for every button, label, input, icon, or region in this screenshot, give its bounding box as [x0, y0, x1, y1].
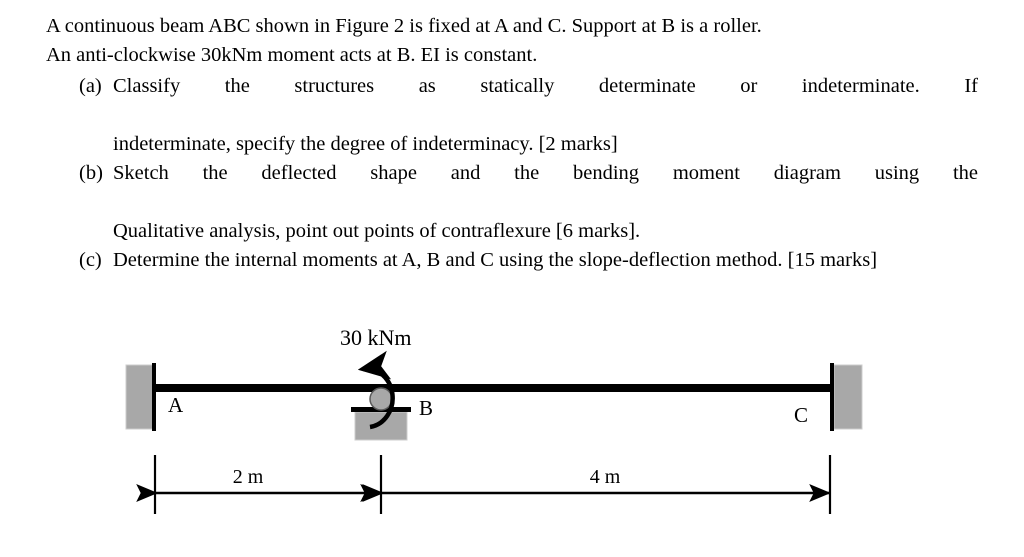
question-item-c-label: (c) [79, 249, 102, 271]
beam-diagram-svg: 30 kNm A B C 2 m 4 m [125, 325, 863, 514]
question-item-b-label: (b) [79, 162, 103, 184]
dimension-b-c-label: 4 m [590, 466, 621, 488]
moment-value-label: 30 kNm [340, 325, 412, 350]
fixed-support-a-face-line [152, 363, 156, 431]
question-item-a-line-2: indeterminate, specify the degree of ind… [113, 133, 618, 155]
question-item-b-line-1: Sketch the deflected shape and the bendi… [113, 162, 978, 184]
dimension-b-c: 4 m [362, 466, 831, 502]
fixed-support-c [830, 363, 863, 431]
question-item-c-line-2: [15 marks] [787, 249, 878, 271]
question-item-c-body: Determine the internal moments at A, B a… [113, 246, 978, 275]
fixed-support-c-face-line [830, 363, 834, 431]
question-intro-line-1: A continuous beam ABC shown in Figure 2 … [46, 15, 762, 37]
question-item-b-line-2: Qualitative analysis, point out points o… [113, 220, 641, 242]
question-item-c-line-1: Determine the internal moments at A, B a… [113, 249, 783, 271]
node-label-c: C [794, 403, 808, 427]
dimension-a-b: 2 m [136, 466, 382, 502]
question-item-a: (a) Classify the structures as staticall… [79, 72, 978, 159]
question-item-b: (b) Sketch the deflected shape and the b… [79, 159, 978, 246]
question-item-c: (c) Determine the internal moments at A,… [79, 246, 978, 275]
question-items-list: (a) Classify the structures as staticall… [46, 72, 978, 275]
document-page: A continuous beam ABC shown in Figure 2 … [0, 0, 1024, 557]
question-text-block: A continuous beam ABC shown in Figure 2 … [46, 12, 978, 275]
roller-support-b-base [354, 411, 408, 441]
roller-support-b-wheel [369, 387, 393, 411]
question-item-a-body: Classify the structures as statically de… [113, 72, 978, 159]
beam-diagram: 30 kNm A B C 2 m 4 m [0, 300, 1024, 550]
question-intro-line-2: An anti-clockwise 30kNm moment acts at B… [46, 44, 538, 66]
node-label-b: B [419, 396, 433, 420]
question-item-a-label: (a) [79, 75, 102, 97]
roller-support-b [351, 387, 411, 441]
fixed-support-a-block [125, 364, 155, 430]
dimension-a-b-label: 2 m [233, 466, 264, 488]
question-item-b-body: Sketch the deflected shape and the bendi… [113, 159, 978, 246]
node-label-a: A [168, 393, 184, 417]
beam-member [152, 384, 834, 392]
fixed-support-a [125, 363, 156, 431]
fixed-support-c-block [833, 364, 863, 430]
question-item-a-line-1: Classify the structures as statically de… [113, 75, 978, 97]
